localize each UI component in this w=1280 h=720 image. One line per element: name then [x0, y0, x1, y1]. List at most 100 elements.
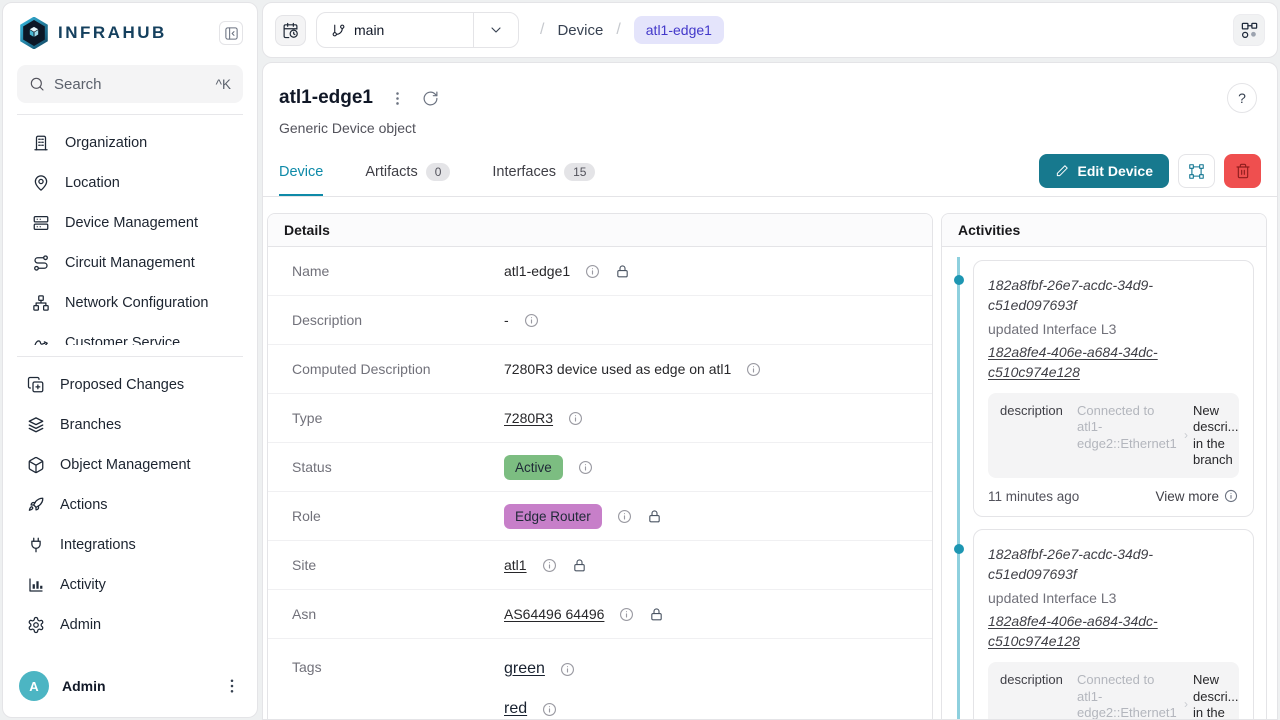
sidebar: INFRAHUB ^K Organization Location	[2, 2, 258, 718]
info-icon[interactable]	[542, 558, 557, 573]
detail-label: Site	[292, 557, 504, 573]
sidebar-item-actions[interactable]: Actions	[3, 485, 257, 525]
sidebar-item-label: Actions	[60, 497, 108, 513]
sidebar-item-admin[interactable]: Admin	[3, 605, 257, 645]
tag-link[interactable]: red	[504, 700, 527, 718]
tab-interfaces[interactable]: Interfaces 15	[492, 150, 595, 196]
sidebar-item-integrations[interactable]: Integrations	[3, 525, 257, 565]
time-travel-button[interactable]	[275, 15, 306, 46]
gear-icon	[27, 616, 45, 634]
detail-label: Role	[292, 508, 504, 524]
sidebar-item-device-management[interactable]: Device Management	[3, 203, 257, 243]
tab-label: Interfaces	[492, 164, 556, 180]
search-icon	[29, 76, 45, 92]
activity-target-link[interactable]: 182a8fe4-406e-a684-34dc-c510c974e128	[988, 611, 1183, 652]
sidebar-group-app: Proposed Changes Branches Object Managem…	[3, 357, 257, 645]
sidebar-item-organization[interactable]: Organization	[3, 123, 257, 163]
app-name: INFRAHUB	[58, 23, 167, 43]
activity-action: updated Interface L3	[988, 590, 1239, 606]
sidebar-item-branches[interactable]: Branches	[3, 405, 257, 445]
search-input[interactable]	[54, 76, 207, 93]
sidebar-item-circuit-management[interactable]: Circuit Management	[3, 243, 257, 283]
sidebar-item-label: Integrations	[60, 537, 136, 553]
activity-card: 182a8fbf-26e7-acdc-34d9-c51ed097693f upd…	[973, 260, 1254, 517]
activity-action: updated Interface L3	[988, 321, 1239, 337]
tab-device[interactable]: Device	[279, 150, 323, 196]
plug-icon	[27, 536, 45, 554]
sidebar-item-label: Proposed Changes	[60, 377, 184, 393]
sidebar-item-label: Object Management	[60, 457, 191, 473]
kebab-menu-icon[interactable]	[223, 677, 241, 695]
tab-artifacts[interactable]: Artifacts 0	[365, 150, 450, 196]
change-field: description	[1000, 672, 1072, 720]
sidebar-item-label: Activity	[60, 577, 106, 593]
detail-value-link[interactable]: atl1	[504, 557, 527, 573]
delete-device-button[interactable]	[1224, 154, 1261, 188]
refresh-button[interactable]	[422, 90, 439, 107]
change-new-value: New descri... in the branch	[1193, 403, 1239, 468]
info-icon[interactable]	[617, 509, 632, 524]
schema-graph-icon	[1240, 21, 1259, 40]
detail-row-asn: Asn AS64496 64496	[268, 590, 932, 639]
sidebar-item-label: Location	[65, 175, 120, 191]
branch-dropdown-toggle[interactable]	[473, 13, 518, 47]
timeline-dot	[954, 544, 964, 554]
info-icon[interactable]	[585, 264, 600, 279]
change-old-value: Connected to atl1-edge2::Ethernet1	[1077, 403, 1179, 468]
status-badge: Active	[504, 455, 563, 480]
info-icon[interactable]	[524, 313, 539, 328]
schema-visualizer-button[interactable]	[1233, 14, 1265, 46]
lock-icon	[572, 558, 587, 573]
sidebar-item-activity[interactable]: Activity	[3, 565, 257, 605]
sidebar-item-label: Customer Service	[65, 335, 180, 345]
help-button[interactable]: ?	[1227, 83, 1257, 113]
activity-card: 182a8fbf-26e7-acdc-34d9-c51ed097693f upd…	[973, 529, 1254, 720]
info-icon[interactable]	[578, 460, 593, 475]
title-kebab-menu-icon[interactable]	[389, 90, 406, 107]
info-icon[interactable]	[542, 702, 557, 717]
breadcrumb-item-device[interactable]: Device	[557, 22, 603, 39]
info-icon[interactable]	[568, 411, 583, 426]
view-more-link[interactable]: View more	[1155, 489, 1239, 504]
tab-label: Device	[279, 164, 323, 180]
detail-value-link[interactable]: 7280R3	[504, 410, 553, 426]
sidebar-item-label: Branches	[60, 417, 121, 433]
map-pin-icon	[32, 174, 50, 192]
timeline-dot	[954, 275, 964, 285]
branch-selector[interactable]: main	[316, 12, 519, 48]
info-icon[interactable]	[746, 362, 761, 377]
info-icon	[1224, 489, 1239, 504]
search-input-wrapper[interactable]: ^K	[17, 65, 243, 103]
trash-icon	[1235, 163, 1251, 179]
tag-link[interactable]: green	[504, 660, 545, 678]
details-title: Details	[268, 214, 932, 247]
sidebar-item-proposed-changes[interactable]: Proposed Changes	[3, 365, 257, 405]
breadcrumb-item-current[interactable]: atl1-edge1	[634, 16, 724, 44]
edit-device-button[interactable]: Edit Device	[1039, 154, 1169, 188]
manage-groups-button[interactable]	[1178, 154, 1215, 188]
activity-actor: 182a8fbf-26e7-acdc-34d9-c51ed097693f	[988, 275, 1183, 316]
detail-label: Description	[292, 312, 504, 328]
infrahub-logo[interactable]: INFRAHUB	[19, 17, 219, 49]
info-icon[interactable]	[619, 607, 634, 622]
detail-value-link[interactable]: AS64496 64496	[504, 606, 604, 622]
sidebar-item-location[interactable]: Location	[3, 163, 257, 203]
branch-selected[interactable]: main	[317, 13, 473, 47]
info-icon[interactable]	[560, 662, 575, 677]
chevron-down-icon	[488, 22, 504, 38]
sidebar-collapse-button[interactable]	[219, 21, 243, 45]
sidebar-item-network-configuration[interactable]: Network Configuration	[3, 283, 257, 323]
detail-label: Computed Description	[292, 361, 504, 377]
building-icon	[32, 134, 50, 152]
detail-row-type: Type 7280R3	[268, 394, 932, 443]
activity-target-link[interactable]: 182a8fe4-406e-a684-34dc-c510c974e128	[988, 342, 1183, 383]
sidebar-item-customer-service[interactable]: Customer Service	[3, 323, 257, 345]
activity-change-box: description Connected to atl1-edge2::Eth…	[988, 662, 1239, 720]
sidebar-item-object-management[interactable]: Object Management	[3, 445, 257, 485]
search-shortcut: ^K	[216, 77, 231, 92]
route-icon	[32, 254, 50, 272]
user-name: Admin	[62, 678, 223, 694]
user-menu[interactable]: A Admin	[3, 661, 257, 717]
edit-device-label: Edit Device	[1078, 163, 1153, 179]
view-more-label: View more	[1155, 489, 1219, 504]
